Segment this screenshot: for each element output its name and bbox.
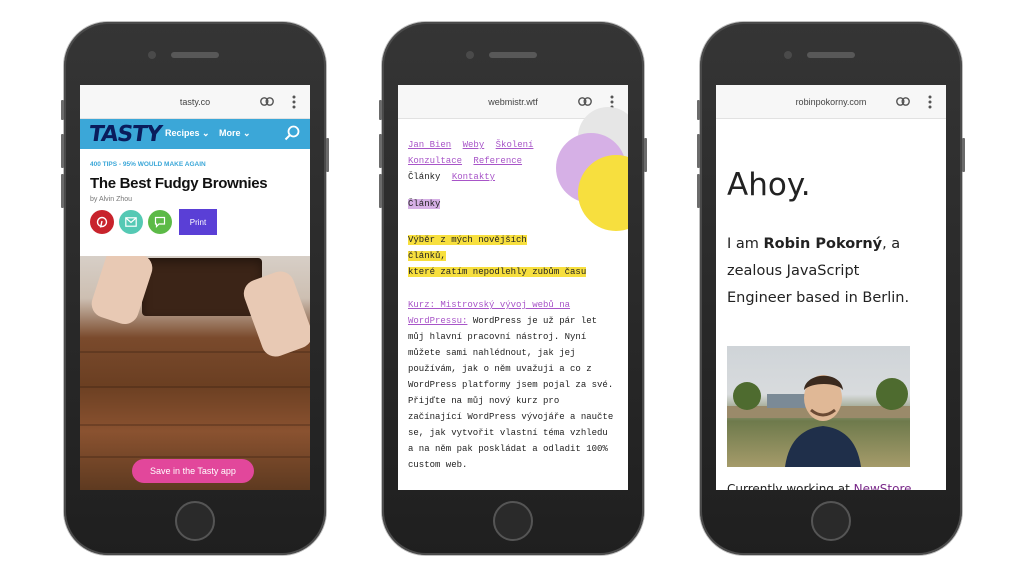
more-options-icon[interactable] <box>292 95 296 109</box>
url-text: webmistr.wtf <box>488 96 538 107</box>
right-hand <box>239 267 310 361</box>
front-camera <box>784 51 792 59</box>
site-nav: Jan Bien Weby Školení Konzultace Referen… <box>408 137 568 185</box>
pinterest-icon <box>96 216 108 228</box>
robinpokorny-page: Ahoy. I am Robin Pokorný, a zealous Java… <box>716 119 946 490</box>
greeting-heading: Ahoy. <box>727 167 811 203</box>
earpiece-speaker <box>489 52 537 58</box>
wood-grain <box>80 424 310 426</box>
home-button[interactable] <box>493 501 533 541</box>
more-options-icon[interactable] <box>928 95 932 109</box>
home-button[interactable] <box>811 501 851 541</box>
volume-up-button <box>379 134 382 168</box>
tagline-line-2: článků, <box>408 251 446 261</box>
nav-skoleni[interactable]: Školení <box>496 140 534 150</box>
article-body: WordPress je už pár let můj hlavní praco… <box>408 316 614 470</box>
wood-grain <box>80 456 310 458</box>
comment-button[interactable] <box>148 210 172 234</box>
nav-more[interactable]: More ⌄ <box>219 128 251 139</box>
portrait-illustration <box>727 375 910 467</box>
intro-name: Robin Pokorný <box>763 236 883 252</box>
browser-url-bar[interactable]: tasty.co <box>80 85 310 119</box>
tasty-logo[interactable]: TASTY <box>87 122 163 147</box>
section-heading-text: Články <box>408 199 441 209</box>
link-icon[interactable] <box>260 97 274 106</box>
search-icon[interactable] <box>284 125 300 141</box>
brownie-photo <box>80 256 310 490</box>
url-text: robinpokorny.com <box>795 96 867 107</box>
nav-konzultace[interactable]: Konzultace <box>408 156 462 166</box>
working-at: Currently working at NewStore <box>727 482 912 490</box>
newstore-link[interactable]: NewStore <box>854 482 912 490</box>
wood-grain <box>80 386 310 388</box>
link-icon[interactable] <box>896 97 910 106</box>
section-heading: Články <box>408 199 441 209</box>
home-button[interactable] <box>175 501 215 541</box>
phone-webmistr: webmistr.wtf Jan Bien Weby Školení Konzu… <box>379 22 647 555</box>
screen-robinpokorny: robinpokorny.com Ahoy. I am Robin Pokorn… <box>716 85 946 490</box>
profile-photo <box>727 346 910 467</box>
intro-pre: I am <box>727 236 764 252</box>
article-excerpt: Kurz: Mistrovský vývoj webů na WordPress… <box>408 297 618 473</box>
volume-down-button <box>379 174 382 208</box>
nav-jan-bien[interactable]: Jan Bien <box>408 140 451 150</box>
mute-switch <box>697 100 700 120</box>
screen-webmistr: webmistr.wtf Jan Bien Weby Školení Konzu… <box>398 85 628 490</box>
phone-robinpokorny: robinpokorny.com Ahoy. I am Robin Pokorn… <box>697 22 965 555</box>
tasty-navbar: TASTY Recipes ⌄ More ⌄ <box>80 119 310 149</box>
volume-down-button <box>61 174 64 208</box>
recipe-author[interactable]: by Alvin Zhou <box>90 196 310 203</box>
front-camera <box>148 51 156 59</box>
save-in-app-button[interactable]: Save in the Tasty app <box>132 459 254 483</box>
nav-recipes[interactable]: Recipes ⌄ <box>165 128 210 139</box>
recipe-tips: 400 TIPS - 95% WOULD MAKE AGAIN <box>90 161 206 168</box>
tagline-line-3: které zatím nepodlehly zubům času <box>408 267 587 277</box>
power-button <box>962 138 965 172</box>
intro-text: I am Robin Pokorný, a zealous JavaScript… <box>727 231 927 312</box>
webmistr-page: Jan Bien Weby Školení Konzultace Referen… <box>398 107 628 490</box>
volume-up-button <box>697 134 700 168</box>
mute-switch <box>61 100 64 120</box>
phone-tasty: tasty.co TASTY Recipes ⌄ More ⌄ 400 TIPS… <box>61 22 329 555</box>
tagline-line-1: Výběr z mých novějších <box>408 235 527 245</box>
nav-reference[interactable]: Reference <box>473 156 522 166</box>
email-button[interactable] <box>119 210 143 234</box>
print-button[interactable]: Print <box>179 209 217 235</box>
power-button <box>644 138 647 172</box>
volume-up-button <box>61 134 64 168</box>
pinterest-button[interactable] <box>90 210 114 234</box>
earpiece-speaker <box>171 52 219 58</box>
browser-url-bar[interactable]: robinpokorny.com <box>716 85 946 119</box>
mute-switch <box>379 100 382 120</box>
link-icon[interactable] <box>578 97 592 106</box>
tagline: Výběr z mých novějších článků, které zat… <box>408 232 587 280</box>
earpiece-speaker <box>807 52 855 58</box>
front-camera <box>466 51 474 59</box>
nav-clanky-current: Články <box>408 172 441 182</box>
nav-kontakty[interactable]: Kontakty <box>452 172 495 182</box>
working-pre: Currently working at <box>727 482 854 490</box>
email-icon <box>125 217 137 227</box>
screen-tasty: tasty.co TASTY Recipes ⌄ More ⌄ 400 TIPS… <box>80 85 310 490</box>
url-text: tasty.co <box>179 96 211 107</box>
volume-down-button <box>697 174 700 208</box>
recipe-title: The Best Fudgy Brownies <box>90 175 268 192</box>
nav-weby[interactable]: Weby <box>463 140 485 150</box>
power-button <box>326 138 329 172</box>
share-actions: Print <box>90 209 310 235</box>
comment-icon <box>154 216 166 228</box>
